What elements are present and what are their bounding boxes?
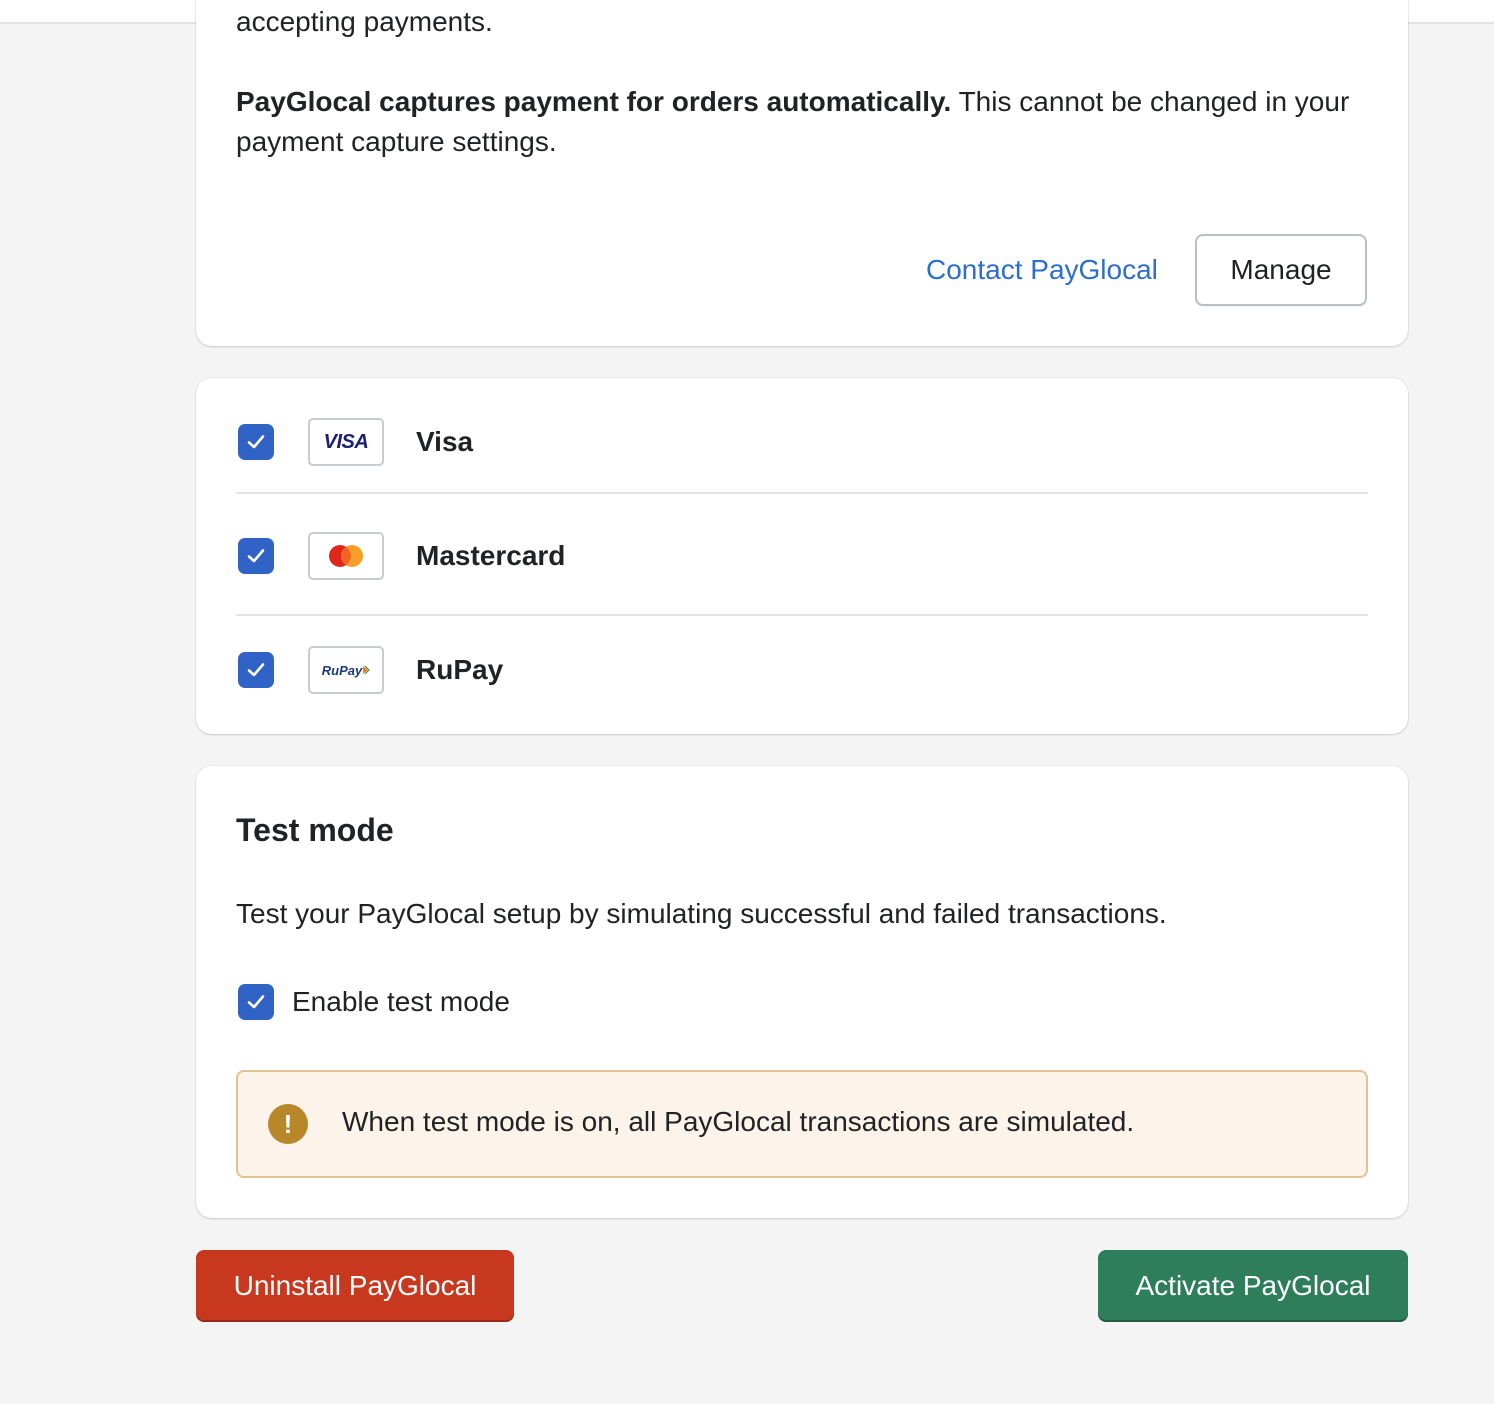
visa-logo: VISA	[308, 418, 384, 466]
brand-label-mastercard: Mastercard	[416, 540, 566, 571]
mastercard-logo	[308, 532, 384, 580]
activate-button[interactable]: Activate PayGlocal	[1098, 1250, 1408, 1322]
manage-button[interactable]: Manage	[1195, 234, 1367, 306]
mastercard-circles-icon	[329, 545, 363, 567]
rupay-checkbox[interactable]	[238, 652, 274, 688]
checkmark-icon	[247, 995, 265, 1009]
contact-payglocal-link[interactable]: Contact PayGlocal	[926, 250, 1158, 290]
visa-logo-text: VISA	[323, 430, 369, 453]
brand-label-rupay: RuPay	[416, 654, 504, 685]
test-mode-card: Test mode Test your PayGlocal setup by s…	[196, 766, 1408, 1218]
warning-icon: !	[268, 1104, 308, 1144]
test-mode-warning-banner: ! When test mode is on, all PayGlocal tr…	[236, 1070, 1368, 1178]
test-mode-title: Test mode	[236, 812, 394, 848]
enable-test-mode-label[interactable]: Enable test mode	[292, 982, 510, 1022]
checkmark-icon	[247, 549, 265, 563]
visa-checkbox[interactable]	[238, 424, 274, 460]
capture-bold-text: PayGlocal captures payment for orders au…	[236, 86, 952, 117]
capture-description: PayGlocal captures payment for orders au…	[236, 82, 1356, 162]
warning-text: When test mode is on, all PayGlocal tran…	[342, 1106, 1135, 1137]
mastercard-checkbox[interactable]	[238, 538, 274, 574]
rupay-logo-text: RuPay	[321, 662, 363, 678]
list-item-rupay: RuPay RuPay	[236, 614, 1368, 728]
list-item-visa: VISA Visa	[236, 378, 1368, 494]
list-item-mastercard: Mastercard	[236, 500, 1368, 616]
clipped-description: accepting payments.	[236, 6, 493, 37]
capture-settings-card: accepting payments. PayGlocal captures p…	[196, 0, 1408, 346]
card-brands-card: VISA Visa Mastercard RuPay RuPay	[196, 378, 1408, 734]
rupay-arrow-icon	[363, 665, 370, 675]
checkmark-icon	[247, 663, 265, 677]
enable-test-mode-checkbox[interactable]	[238, 984, 274, 1020]
uninstall-button[interactable]: Uninstall PayGlocal	[196, 1250, 514, 1322]
rupay-logo: RuPay	[308, 646, 384, 694]
checkmark-icon	[247, 435, 265, 449]
brand-label-visa: Visa	[416, 426, 474, 457]
test-mode-description: Test your PayGlocal setup by simulating …	[236, 898, 1167, 929]
